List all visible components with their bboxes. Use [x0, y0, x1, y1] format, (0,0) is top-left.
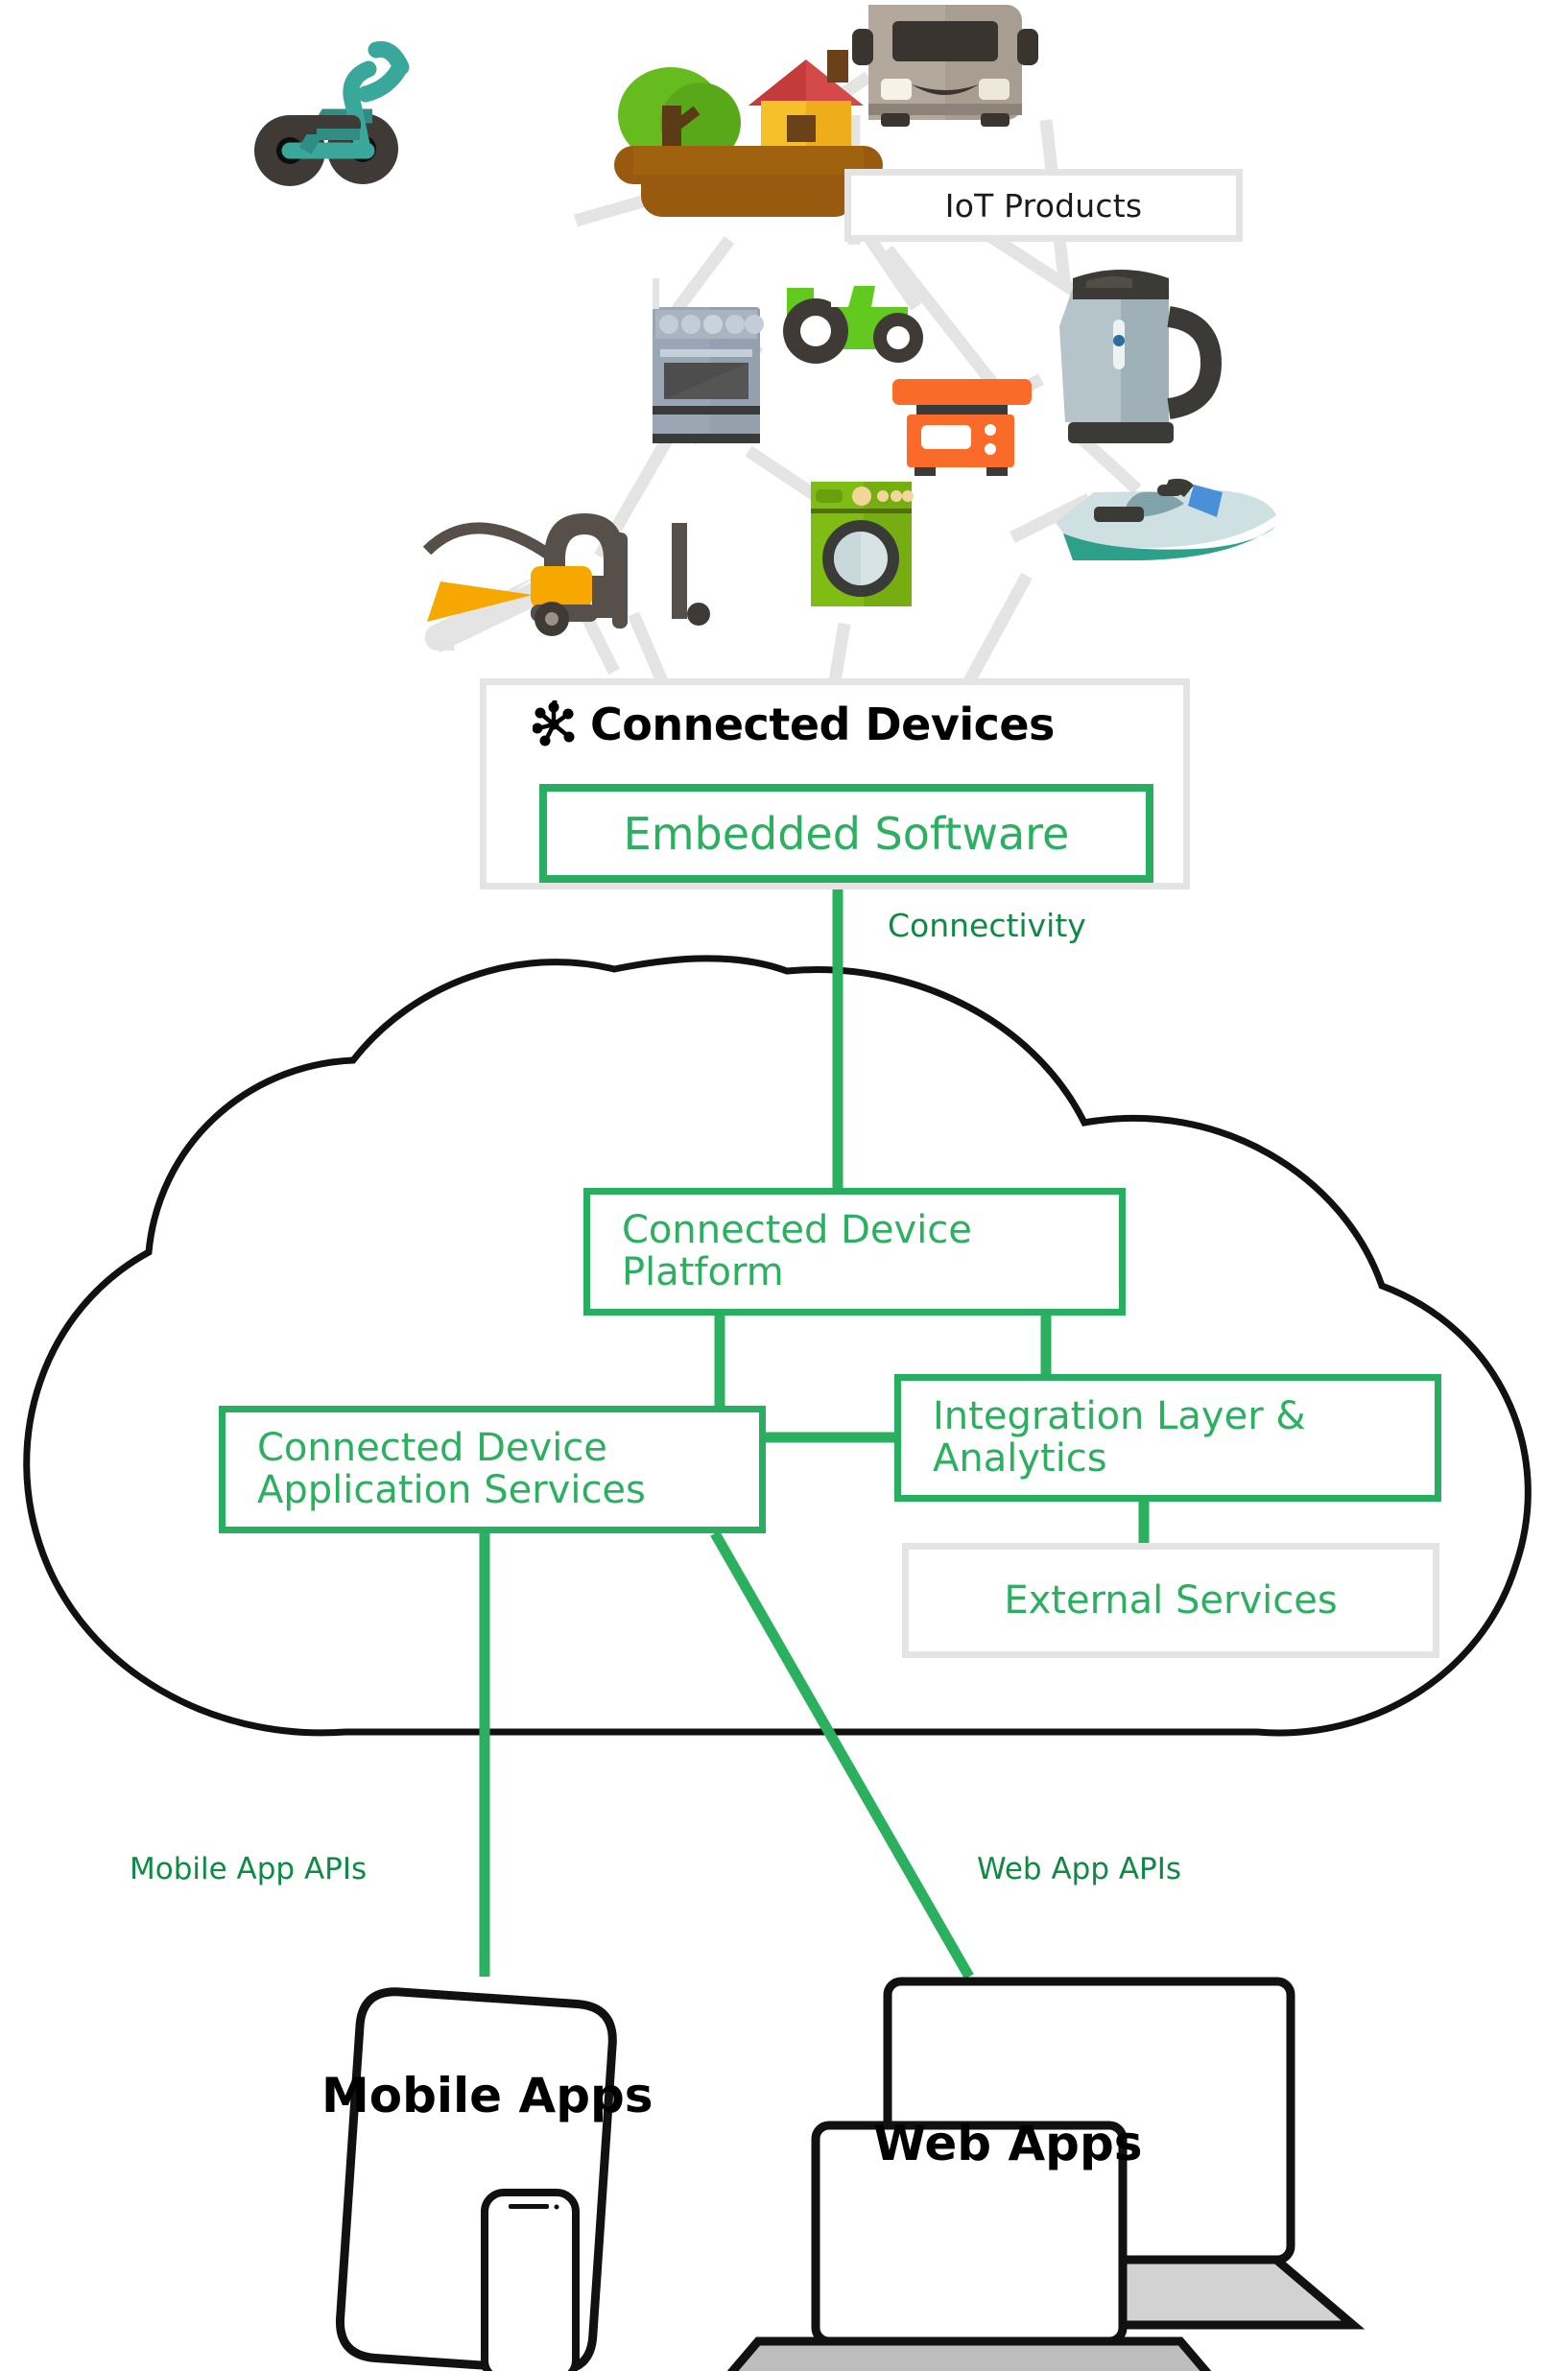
tablet-icon: [336, 1987, 617, 2371]
cdp-line2: Platform: [622, 1249, 784, 1294]
external-services-box: External Services: [902, 1543, 1439, 1658]
client-devices: [336, 1977, 1366, 2371]
iot-products-box: IoT Products: [844, 169, 1243, 242]
connected-devices-heading: Connected Devices: [487, 685, 1183, 756]
connected-devices-title: Connected Devices: [590, 699, 1055, 750]
connected-devices-box: Connected Devices Embedded Software: [480, 678, 1190, 889]
cdp-line1: Connected Device: [622, 1208, 972, 1253]
web-app-apis-label: Web App APIs: [977, 1852, 1182, 1886]
connected-device-platform-box: Connected Device Platform: [583, 1188, 1126, 1316]
mobile-apps-label: Mobile Apps: [321, 2068, 653, 2123]
integration-layer-analytics-box: Integration Layer & Analytics: [894, 1374, 1441, 1502]
embedded-software-label: Embedded Software: [623, 807, 1070, 860]
embedded-software-box: Embedded Software: [539, 784, 1153, 883]
connectivity-label: Connectivity: [888, 907, 1086, 944]
external-services-label: External Services: [1004, 1578, 1338, 1623]
connected-device-platform-label: Connected Device Platform: [622, 1210, 972, 1292]
web-apps-label: Web Apps: [873, 2116, 1143, 2171]
mobile-app-apis-label: Mobile App APIs: [130, 1852, 368, 1886]
network-hub-icon: [533, 700, 575, 747]
connected-device-application-services-label: Connected Device Application Services: [257, 1428, 646, 1510]
iot-products-label: IoT Products: [944, 186, 1143, 225]
diagram-canvas: IoT Products Connected Devices Embedded …: [0, 0, 1568, 2371]
ila-line1: Integration Layer &: [933, 1394, 1306, 1439]
phone-icon: [481, 2189, 580, 2371]
ila-line2: Analytics: [933, 1435, 1107, 1481]
cdas-line2: Application Services: [257, 1467, 646, 1512]
integration-layer-analytics-label: Integration Layer & Analytics: [933, 1396, 1306, 1479]
cdas-line1: Connected Device: [257, 1426, 607, 1471]
connected-device-application-services-box: Connected Device Application Services: [219, 1406, 766, 1533]
